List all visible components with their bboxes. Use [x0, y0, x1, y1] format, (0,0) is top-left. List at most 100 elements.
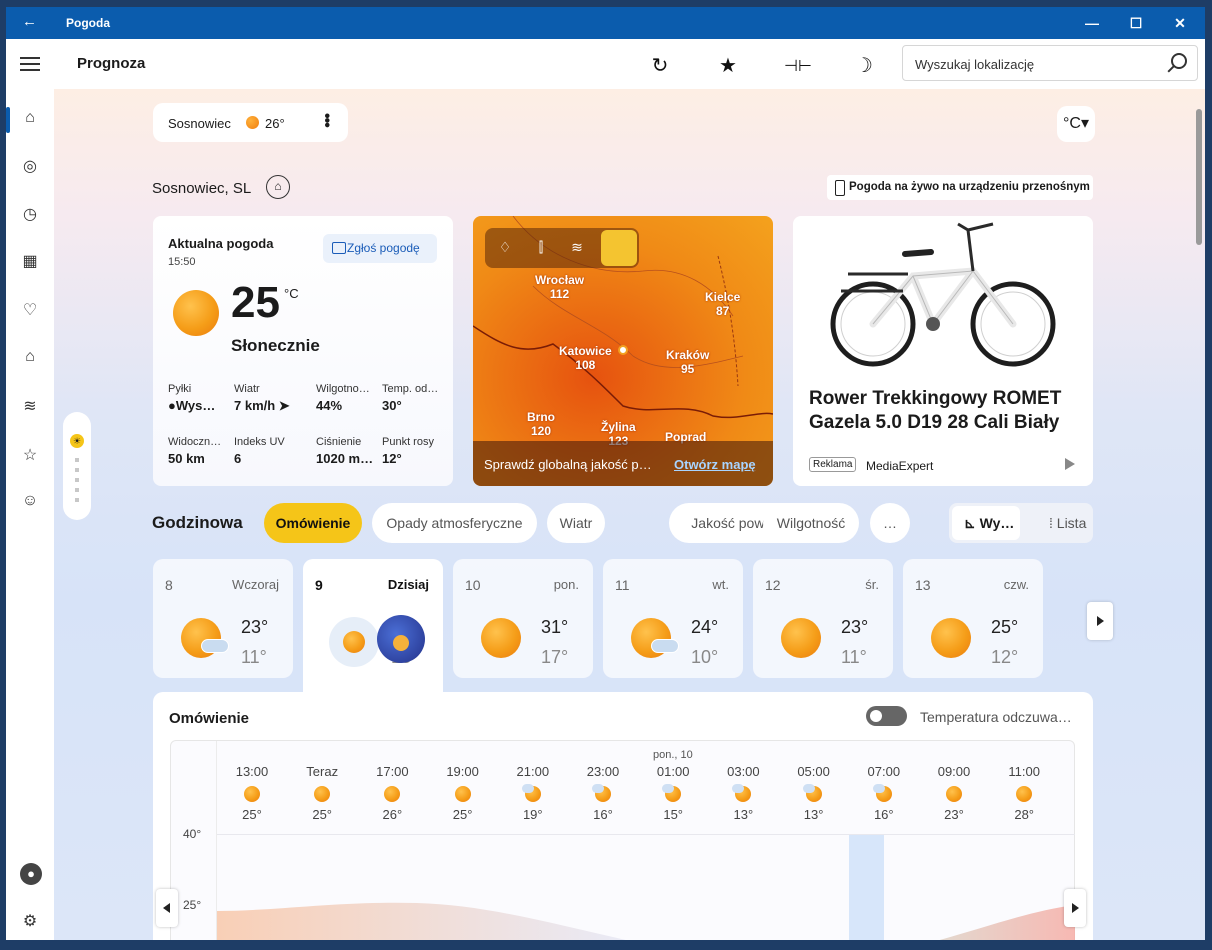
scrollbar[interactable] [1196, 95, 1202, 935]
home-forecast-icon[interactable]: ⌂ [6, 107, 40, 133]
map-aqi-value: 95 [681, 362, 695, 376]
detail-label: Indeks UV [234, 436, 285, 448]
search-input[interactable]: Wyszukaj lokalizację [915, 57, 1034, 72]
app-window: ← Pogoda — ☐ ✕ Prognoza ↻ ★ ⊣⊢ ☽ Wyszuka… [6, 7, 1205, 940]
feedback-smile-icon[interactable]: ☺ [20, 492, 40, 512]
report-weather-button[interactable]: Zgłoś pogodę [323, 234, 437, 263]
ad-title[interactable]: Rower Trekkingowy ROMET Gazela 5.0 D19 2… [809, 387, 1079, 435]
precipitation-drop-icon[interactable]: ♢ [493, 239, 517, 259]
hourly-clock-icon[interactable]: ◷ [20, 204, 40, 224]
day-marker: pon., 10 [653, 749, 693, 761]
bicycle-image [830, 222, 1056, 367]
settings-gear-icon[interactable]: ⚙ [20, 911, 40, 931]
pin-icon[interactable]: ⊣⊢ [784, 56, 812, 76]
city-building-icon[interactable]: ⌂ [20, 348, 40, 368]
trends-chart-icon[interactable]: ≋ [20, 396, 40, 416]
detail-label: Temp. od… [382, 383, 439, 395]
chart-prev-chevron-icon[interactable] [156, 889, 178, 927]
temperature-icon[interactable]: ⫿ [529, 239, 553, 259]
calendar-icon[interactable]: ▦ [20, 251, 40, 271]
air-quality-map[interactable]: ♢ ⫿ ≋ Wrocław 112 Kielce 87 Katowice 108 Krakó… [473, 216, 773, 486]
location-temp: 26° [265, 116, 285, 131]
set-home-icon[interactable]: ⌂ [266, 175, 290, 199]
open-map-link[interactable]: Otwórz mapę [674, 457, 756, 472]
filter-chip-0[interactable]: Omówienie [264, 503, 362, 543]
map-label-0: Wrocław 112 [535, 273, 584, 301]
hour-col-6: 01:00 15° [648, 764, 698, 822]
feels-like-toggle[interactable] [866, 706, 907, 726]
day-low: 11° [841, 647, 867, 667]
more-options-icon[interactable]: ••• [317, 113, 335, 127]
list-icon: ⁞ [1049, 515, 1057, 531]
day-card-3[interactable]: 11 wt. 24° 10° [603, 559, 743, 678]
sun-icon [313, 785, 331, 803]
day-date: 9 [315, 577, 323, 593]
favorite-star-icon[interactable]: ★ [715, 53, 741, 78]
sidebar: ⌂ ◎ ◷ ▦ ♡ ⌂ ≋ ☆ ☺ ● ⚙ [6, 89, 54, 940]
air-quality-layer-icon[interactable] [601, 230, 637, 266]
advertisement-card[interactable]: Rower Trekkingowy ROMET Gazela 5.0 D19 2… [793, 216, 1093, 486]
next-days-chevron-icon[interactable] [1087, 602, 1113, 640]
location-pill[interactable]: Sosnowiec 26° ••• [153, 103, 348, 142]
unit-selector[interactable]: °C▾ [1057, 106, 1095, 142]
day-card-0[interactable]: 8 Wczoraj 23° 11° [153, 559, 293, 678]
list-view-button[interactable]: ⁞ Lista [1033, 506, 1086, 540]
hamburger-menu-icon[interactable] [20, 57, 40, 75]
sun-disc [384, 786, 401, 802]
day-card-1[interactable]: 9Dzisiaj26°13° [303, 559, 443, 693]
close-button[interactable]: ✕ [1158, 11, 1202, 35]
sun-toggle-icon[interactable]: ☀ [70, 434, 84, 448]
ad-choices-icon[interactable] [1065, 458, 1075, 470]
search-icon[interactable] [1171, 53, 1187, 69]
map-city-name: Wrocław [535, 273, 585, 287]
hour-temp: 25° [452, 807, 473, 822]
city-label: Sosnowiec, SL [152, 180, 252, 197]
moon-icon [521, 784, 542, 803]
current-condition: Słonecznie [231, 336, 320, 355]
hour-temp: 28° [1014, 807, 1035, 822]
window-title: Pogoda [66, 16, 110, 30]
dark-mode-moon-icon[interactable]: ☽ [851, 53, 877, 78]
day-card-2[interactable]: 10 pon. 31° 17° [453, 559, 593, 678]
filter-chip-4[interactable]: Wilgotność [763, 503, 859, 543]
map-label-3: Kraków 95 [666, 348, 709, 376]
filter-chip-5[interactable]: … [870, 503, 910, 543]
filter-chip-1[interactable]: Opady atmosferyczne [372, 503, 537, 543]
night-moon-icon [377, 615, 425, 663]
ad-seller: MediaExpert [866, 459, 934, 473]
day-date: 8 [165, 577, 173, 593]
map-city-name: Kraków [666, 348, 710, 362]
hour-col-2: 17:00 26° [367, 764, 417, 822]
detail-value: 12° [382, 451, 402, 466]
day-card-5[interactable]: 13 czw. 25° 12° [903, 559, 1043, 678]
back-arrow-icon[interactable]: ← [22, 13, 37, 30]
chart-next-chevron-icon[interactable] [1064, 889, 1086, 927]
hour-temp: 25° [312, 807, 333, 822]
refresh-icon[interactable]: ↻ [647, 53, 673, 78]
health-heart-icon[interactable]: ♡ [20, 300, 40, 320]
detail-value: 44% [316, 398, 343, 413]
day-name: Wczoraj [232, 577, 279, 592]
filter-chip-2[interactable]: Wiatr [547, 503, 605, 543]
map-label-2: Katowice 108 [559, 344, 612, 372]
scrollbar-thumb[interactable] [1196, 109, 1202, 245]
wind-icon[interactable]: ≋ [565, 239, 589, 259]
search-box[interactable]: Wyszukaj lokalizację [902, 45, 1198, 81]
chart-view-button[interactable]: ⊾ Wy… [952, 506, 1020, 540]
detail-value: 30° [382, 398, 402, 413]
account-avatar-icon[interactable]: ● [20, 863, 42, 885]
hourly-chart: pon., 10 13:00 25° Teraz 25° 17:00 26° 19:00 25… [156, 740, 1086, 940]
sunny-icon [781, 618, 821, 658]
gridline-40 [217, 834, 1075, 835]
radar-icon[interactable]: ◎ [20, 156, 40, 176]
favorites-list-icon[interactable]: ☆ [20, 445, 40, 465]
detail-4: Widoczn… 50 km [168, 436, 230, 466]
hourly-heading: Godzinowa [152, 513, 243, 532]
day-card-4[interactable]: 12 śr. 23° 11° [753, 559, 893, 678]
daytime-slider[interactable]: ☀ [63, 412, 91, 520]
minimize-button[interactable]: — [1070, 11, 1114, 35]
maximize-button[interactable]: ☐ [1114, 11, 1158, 35]
live-tile-button[interactable]: Pogoda na żywo na urządzeniu przenośnym [827, 175, 1093, 200]
sunny-icon [481, 618, 521, 658]
detail-0: Pyłki ●Wys… [168, 383, 230, 413]
